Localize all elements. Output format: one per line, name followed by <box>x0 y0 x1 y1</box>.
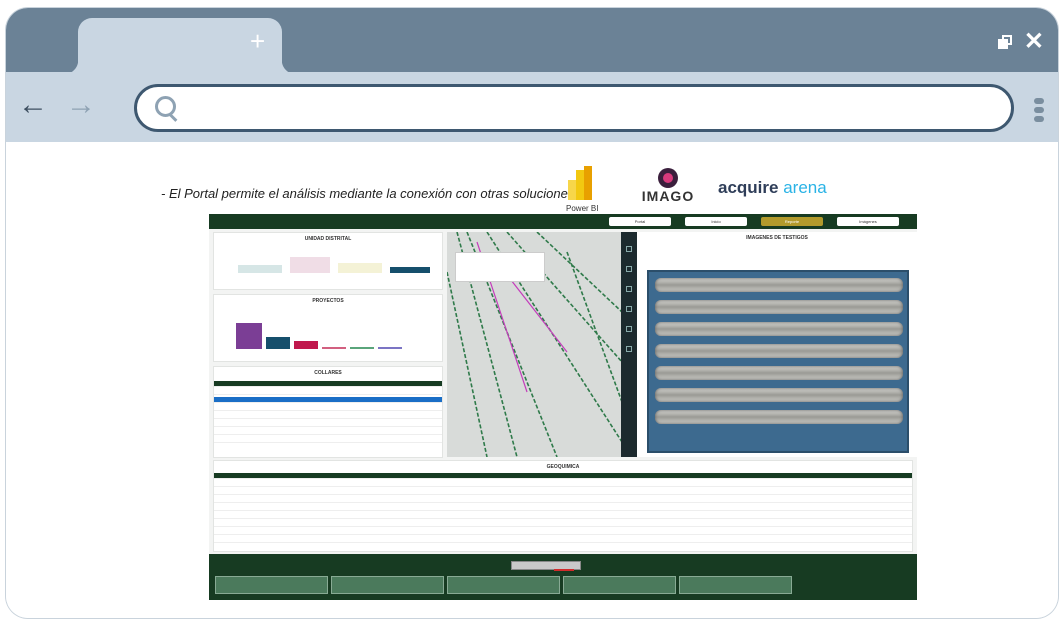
unidad-title: UNIDAD DISTRITAL <box>304 236 352 242</box>
table-row[interactable] <box>214 429 442 435</box>
table-row[interactable] <box>214 405 442 411</box>
table-row[interactable] <box>214 389 442 395</box>
table-row[interactable] <box>214 497 912 503</box>
page-content: - El Portal permite el análisis mediante… <box>6 142 1058 618</box>
menu-icon[interactable] <box>1034 98 1044 122</box>
table-header <box>214 381 442 387</box>
imago-logo: IMAGO <box>638 168 698 214</box>
geoquimica-title: GEOQUIMICA <box>546 464 580 470</box>
collares-panel: COLLARES <box>213 366 443 458</box>
view-toggle[interactable] <box>511 561 581 571</box>
proyectos-title: PROYECTOS <box>312 298 344 304</box>
dashboard-nav-button[interactable]: Portal <box>609 217 671 226</box>
collares-table <box>214 381 442 457</box>
browser-window: + ✕ ← → - El Portal permite el análisis … <box>6 8 1058 618</box>
search-icon <box>155 96 181 122</box>
imago-icon <box>658 168 678 188</box>
footer-tab[interactable] <box>331 576 444 594</box>
powerbi-label: Power BI <box>566 204 599 213</box>
tool-icon[interactable] <box>626 346 632 352</box>
drillhole-map[interactable] <box>447 232 622 457</box>
table-row[interactable] <box>214 421 442 427</box>
window-controls: ✕ <box>997 30 1044 54</box>
dashboard-header: Portal Inicio Reporte Imágenes <box>209 214 917 229</box>
tab-bar: + ✕ <box>6 8 1058 74</box>
table-row[interactable] <box>214 521 912 527</box>
dashboard-screenshot: Portal Inicio Reporte Imágenes UNIDAD DI… <box>209 214 917 600</box>
address-bar[interactable] <box>134 84 1014 132</box>
unidad-panel: UNIDAD DISTRITAL <box>213 232 443 290</box>
tool-icon[interactable] <box>626 246 632 252</box>
imagenes-title: IMAGENES DE TESTIGOS <box>746 235 808 241</box>
powerbi-logo: Power BI <box>566 166 606 216</box>
core-box-photo[interactable] <box>647 270 909 453</box>
browser-toolbar: ← → <box>6 72 1058 142</box>
footer-tab[interactable] <box>679 576 792 594</box>
footer-tab[interactable] <box>215 576 328 594</box>
forward-arrow-icon[interactable]: → <box>66 90 96 120</box>
tool-icon[interactable] <box>626 306 632 312</box>
core-images-panel: IMAGENES DE TESTIGOS <box>637 232 917 457</box>
acquire-logo-part1: acquire <box>718 178 779 197</box>
slide-title: - El Portal permite el análisis mediante… <box>161 186 575 201</box>
new-tab-button[interactable]: + <box>250 28 265 54</box>
table-row[interactable] <box>214 413 442 419</box>
proyectos-panel: PROYECTOS <box>213 294 443 362</box>
collares-title: COLLARES <box>314 370 342 376</box>
table-row[interactable] <box>214 529 912 535</box>
restore-icon[interactable] <box>997 35 1012 49</box>
table-header <box>214 473 912 479</box>
dashboard-footer <box>209 554 917 600</box>
tool-icon[interactable] <box>626 266 632 272</box>
back-arrow-icon[interactable]: ← <box>18 90 48 120</box>
footer-tab[interactable] <box>447 576 560 594</box>
table-row[interactable] <box>214 481 912 487</box>
dashboard-nav-button[interactable]: Inicio <box>685 217 747 226</box>
table-row[interactable] <box>214 513 912 519</box>
geoquimica-table <box>214 473 912 551</box>
table-row[interactable] <box>214 537 912 543</box>
table-row[interactable] <box>214 437 442 443</box>
acquire-logo-part2: arena <box>783 178 827 197</box>
table-row[interactable] <box>214 489 912 495</box>
imago-label: IMAGO <box>641 188 695 204</box>
dashboard-nav-button-active[interactable]: Reporte <box>761 217 823 226</box>
tool-icon[interactable] <box>626 326 632 332</box>
tool-icon[interactable] <box>626 286 632 292</box>
dashboard-nav-button[interactable]: Imágenes <box>837 217 899 226</box>
acquire-logo: acquire arena <box>718 178 827 198</box>
map-filter-card[interactable] <box>455 252 545 282</box>
geoquimica-panel: GEOQUIMICA <box>213 460 913 552</box>
table-row-selected[interactable] <box>214 397 442 403</box>
close-icon[interactable]: ✕ <box>1024 30 1044 54</box>
footer-tab[interactable] <box>563 576 676 594</box>
map-tool-strip <box>621 232 637 457</box>
table-row[interactable] <box>214 505 912 511</box>
